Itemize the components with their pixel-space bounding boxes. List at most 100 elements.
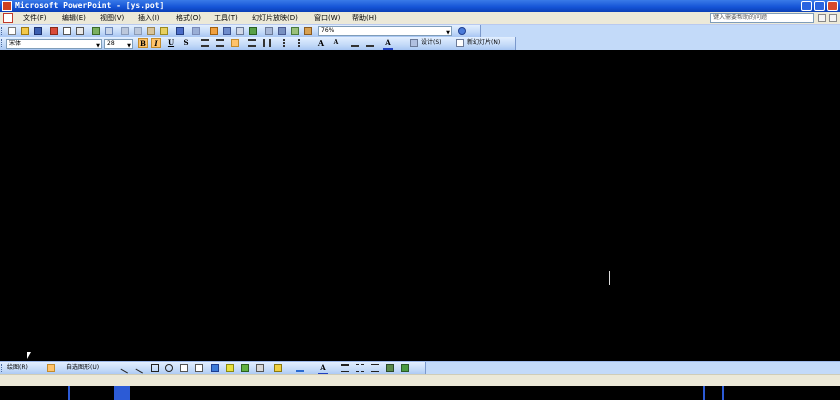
text-direction-icon[interactable] [263,39,271,47]
insert-chart-icon[interactable] [210,27,218,35]
help-search-input[interactable]: 键入需要帮助的问题 [710,13,814,23]
copy-icon[interactable] [134,27,142,35]
dash-style-icon[interactable] [356,364,364,372]
arrow-icon[interactable] [135,362,147,374]
cut-icon[interactable] [121,27,129,35]
line-color-icon[interactable] [296,364,304,372]
zoom-value: 76% [321,27,335,34]
menu-bar: 文件(F) 编辑(E) 视图(V) 插入(I) 格式(O) 工具(T) 幻灯片放… [0,12,840,25]
shadow-style-icon[interactable] [386,364,394,372]
doc-restore-button[interactable] [818,14,826,22]
restore-button[interactable] [814,1,825,11]
wordart-icon[interactable] [211,364,219,372]
zoom-select[interactable]: 76% ▼ [318,26,452,36]
menu-format[interactable]: 格式(O) [176,13,201,23]
3d-style-icon[interactable] [401,364,409,372]
new-slide-button[interactable]: 新幻灯片(N) [467,38,500,48]
paste-icon[interactable] [147,27,155,35]
show-formatting-icon[interactable] [278,27,286,35]
font-value: 宋体 [9,40,22,47]
drawing-toolbar: 绘图(R) 自选图形(U) A [0,361,840,375]
bold-button[interactable]: B [138,38,148,48]
distribute-icon[interactable] [248,39,256,47]
permission-icon[interactable] [50,27,58,35]
taskbar-divider [703,386,705,400]
numbering-icon[interactable] [283,39,291,47]
increase-font-icon[interactable]: A [316,38,326,48]
expand-all-icon[interactable] [265,27,273,35]
align-left-icon[interactable] [201,39,209,47]
fill-color-icon[interactable] [274,364,282,372]
menu-help[interactable]: 帮助(H) [352,13,377,23]
draw-menu-button[interactable]: 绘图(R) [7,363,28,373]
select-objects-icon[interactable] [47,364,55,372]
window-title: Microsoft PowerPoint - [ys.pot] [15,1,165,10]
redo-icon[interactable] [192,27,200,35]
design-button[interactable]: 设计(S) [421,38,442,48]
new-slide-icon[interactable] [456,39,464,47]
tables-borders-icon[interactable] [236,27,244,35]
italic-button[interactable]: I [151,38,161,48]
arrow-style-icon[interactable] [371,364,379,372]
mouse-pointer [27,352,31,359]
increase-indent-icon[interactable] [366,39,374,47]
menu-window[interactable]: 窗口(W) [314,13,340,23]
menu-edit[interactable]: 编辑(E) [62,13,86,23]
chevron-down-icon: ▼ [446,30,450,36]
align-center-icon[interactable] [216,39,224,47]
clip-art-icon[interactable] [241,364,249,372]
menu-tools[interactable]: 工具(T) [214,13,238,23]
toolbar-grip[interactable] [1,364,4,372]
formatting-toolbar: 宋体 ▼ 28 ▼ B I U S A A A 设计(S) 新幻灯片(N) [0,37,840,50]
new-icon[interactable] [8,27,16,35]
rectangle-icon[interactable] [151,364,159,372]
menu-slideshow[interactable]: 幻灯片放映(D) [252,13,298,23]
font-size-select[interactable]: 28 ▼ [104,39,133,49]
menu-view[interactable]: 视图(V) [100,13,124,23]
menu-insert[interactable]: 插入(I) [138,13,160,23]
spelling-icon[interactable] [92,27,100,35]
decrease-indent-icon[interactable] [351,39,359,47]
print-icon[interactable] [63,27,71,35]
align-right-icon[interactable] [231,39,239,47]
shadow-button[interactable]: S [181,38,191,48]
picture-icon[interactable] [256,364,264,372]
print-preview-icon[interactable] [76,27,84,35]
font-color-icon[interactable]: A [383,38,393,50]
diagram-icon[interactable] [226,364,234,372]
toolbar-grip[interactable] [1,39,4,47]
undo-icon[interactable] [176,27,184,35]
menu-file[interactable]: 文件(F) [23,13,47,23]
slide-canvas[interactable] [0,50,840,361]
close-button[interactable] [827,1,838,11]
taskbar-button[interactable] [114,386,130,400]
powerpoint-icon[interactable] [2,1,12,11]
taskbar [0,386,840,400]
line-icon[interactable] [120,362,132,374]
doc-close-button[interactable] [829,14,837,22]
help-icon[interactable] [458,27,466,35]
text-cursor [609,271,610,285]
text-box-icon[interactable] [180,364,188,372]
save-icon[interactable] [34,27,42,35]
research-icon[interactable] [105,27,113,35]
line-style-icon[interactable] [341,364,349,372]
bullets-icon[interactable] [298,39,306,47]
vertical-text-box-icon[interactable] [195,364,203,372]
underline-button[interactable]: U [166,38,176,48]
font-select[interactable]: 宋体 ▼ [6,39,102,49]
minimize-button[interactable] [801,1,812,11]
oval-icon[interactable] [165,364,173,372]
grid-icon[interactable] [291,27,299,35]
autoshapes-button[interactable]: 自选图形(U) [66,363,99,373]
insert-table-icon[interactable] [223,27,231,35]
format-painter-icon[interactable] [160,27,168,35]
design-icon[interactable] [410,39,418,47]
insert-diagram-icon[interactable] [249,27,257,35]
open-icon[interactable] [21,27,29,35]
taskbar-divider [722,386,724,400]
color-grayscale-icon[interactable] [304,27,312,35]
document-icon[interactable] [3,13,13,23]
toolbar-grip[interactable] [1,27,4,35]
decrease-font-icon[interactable]: A [331,38,341,48]
